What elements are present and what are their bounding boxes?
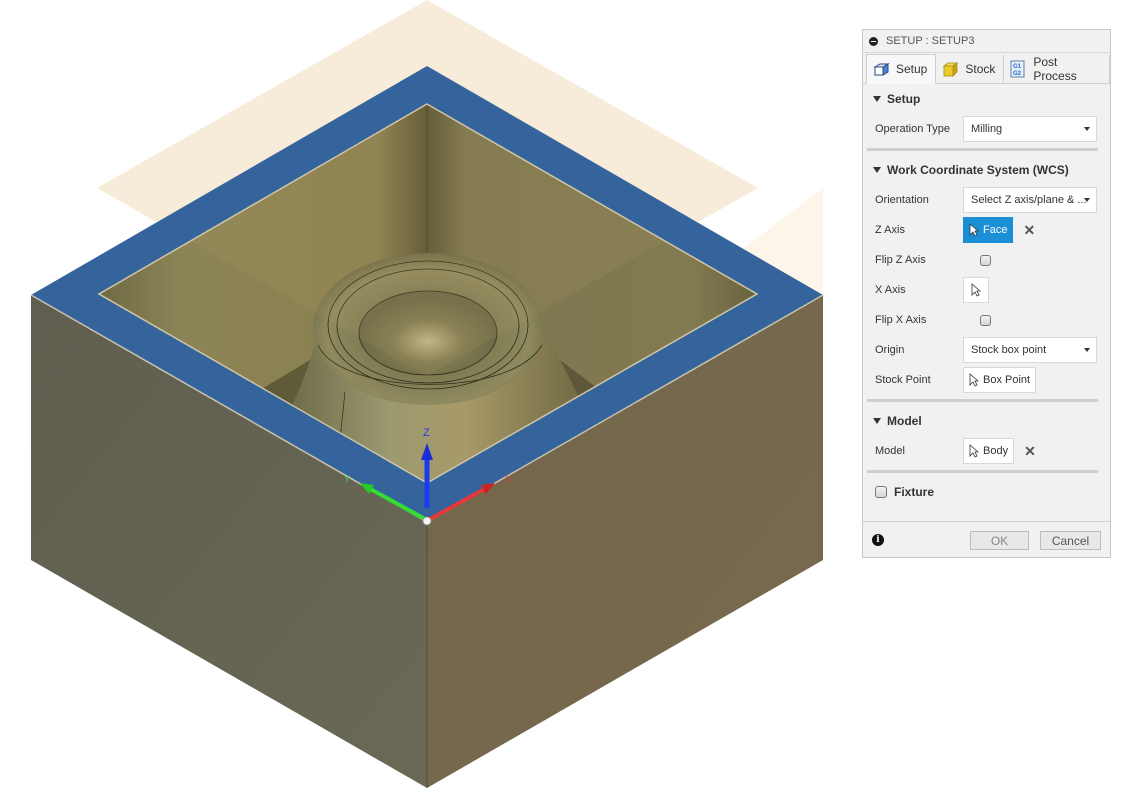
- chevron-down-icon: [1084, 348, 1090, 352]
- stock-point-row: Stock Point Box Point: [863, 365, 1110, 395]
- z-axis-label: Z Axis: [875, 224, 905, 236]
- svg-text:G1: G1: [1013, 64, 1022, 70]
- section-divider: [867, 470, 1098, 473]
- stock-point-value: Box Point: [983, 374, 1031, 386]
- collapse-triangle-icon: [873, 418, 881, 424]
- section-model-header[interactable]: Model: [863, 406, 1110, 436]
- z-axis-selection-button[interactable]: Face: [963, 217, 1014, 243]
- cursor-arrow-icon: [969, 223, 979, 237]
- info-icon[interactable]: i: [872, 533, 884, 546]
- orientation-value: Select Z axis/plane & ...: [971, 194, 1087, 206]
- panel-tabs: Setup Stock G1 G2 Post Process: [863, 53, 1110, 84]
- 3d-viewport[interactable]: Z Y X: [0, 0, 860, 798]
- origin-label: Origin: [875, 344, 905, 356]
- setup-cube-icon: [872, 60, 890, 78]
- g1g2-icon: G1 G2: [1009, 60, 1027, 78]
- x-axis-label: X Axis: [875, 284, 906, 296]
- tab-stock-label: Stock: [965, 62, 996, 76]
- section-model-title: Model: [887, 414, 922, 428]
- operation-type-select[interactable]: Milling: [963, 116, 1097, 142]
- z-axis-row: Z Axis Face ✕: [863, 215, 1110, 245]
- operation-type-row: Operation Type Milling: [863, 114, 1110, 144]
- flip-x-axis-label: Flip X Axis: [875, 314, 927, 326]
- collapse-panel-icon[interactable]: [869, 36, 878, 46]
- origin-row: Origin Stock box point: [863, 335, 1110, 365]
- y-axis-label: Y: [344, 474, 350, 484]
- operation-type-label: Operation Type: [875, 123, 951, 135]
- flip-x-axis-checkbox[interactable]: [980, 314, 991, 326]
- panel-title-bar: SETUP : SETUP3: [863, 30, 1110, 53]
- model-selection-button[interactable]: Body: [963, 438, 1015, 464]
- tab-setup[interactable]: Setup: [866, 54, 937, 84]
- fixture-checkbox[interactable]: [875, 486, 887, 498]
- stock-point-selection-button[interactable]: Box Point: [963, 367, 1037, 393]
- stock-point-label: Stock Point: [875, 374, 931, 386]
- wcs-origin-point[interactable]: [422, 516, 432, 526]
- section-setup-title: Setup: [887, 92, 921, 106]
- section-wcs-title: Work Coordinate System (WCS): [887, 163, 1069, 177]
- tab-post-process-label: Post Process: [1033, 55, 1077, 83]
- origin-select[interactable]: Stock box point: [963, 337, 1097, 363]
- stock-cube-icon: [941, 60, 959, 78]
- collapse-triangle-icon: [873, 96, 881, 102]
- cursor-arrow-icon: [969, 444, 979, 458]
- svg-text:G2: G2: [1013, 71, 1022, 77]
- tab-setup-label: Setup: [896, 62, 928, 76]
- section-setup-header[interactable]: Setup: [863, 84, 1110, 114]
- z-axis-value: Face: [983, 224, 1008, 236]
- tab-post-process[interactable]: G1 G2 Post Process: [1004, 55, 1110, 83]
- flip-z-axis-checkbox[interactable]: [980, 254, 991, 266]
- orientation-select[interactable]: Select Z axis/plane & ...: [963, 187, 1097, 213]
- cancel-button[interactable]: Cancel: [1040, 531, 1101, 550]
- section-wcs-header[interactable]: Work Coordinate System (WCS): [863, 155, 1110, 185]
- operation-type-value: Milling: [971, 123, 1003, 135]
- flip-z-axis-row: Flip Z Axis: [863, 245, 1110, 275]
- collapse-triangle-icon: [873, 167, 881, 173]
- orientation-row: Orientation Select Z axis/plane & ...: [863, 185, 1110, 215]
- clear-z-axis-icon[interactable]: ✕: [1023, 222, 1035, 239]
- fixture-row[interactable]: Fixture: [863, 477, 1110, 507]
- model-canvas[interactable]: Z Y X: [0, 0, 860, 798]
- flip-z-axis-label: Flip Z Axis: [875, 254, 926, 266]
- chevron-down-icon: [1084, 127, 1090, 131]
- model-value: Body: [983, 445, 1009, 457]
- tab-stock[interactable]: Stock: [936, 55, 1005, 83]
- x-axis-label: X: [505, 474, 511, 484]
- x-axis-row: X Axis: [863, 275, 1110, 305]
- ok-button[interactable]: OK: [970, 531, 1029, 550]
- section-divider: [867, 399, 1098, 402]
- section-divider: [867, 148, 1098, 151]
- panel-footer: i OK Cancel: [863, 521, 1110, 557]
- model-row: Model Body ✕: [863, 436, 1110, 466]
- origin-value: Stock box point: [971, 344, 1047, 356]
- panel-title: SETUP : SETUP3: [886, 35, 975, 47]
- cursor-arrow-icon: [971, 283, 981, 297]
- clear-model-icon[interactable]: ✕: [1024, 443, 1036, 460]
- fixture-label: Fixture: [894, 485, 935, 499]
- x-axis-selection-button[interactable]: [963, 277, 989, 303]
- model-label: Model: [875, 445, 905, 457]
- orientation-label: Orientation: [875, 194, 929, 206]
- z-axis-label: Z: [423, 427, 430, 439]
- flip-x-axis-row: Flip X Axis: [863, 305, 1110, 335]
- chevron-down-icon: [1084, 198, 1090, 202]
- setup-panel: SETUP : SETUP3 Setup Stock G1 G2 Post Pr…: [862, 29, 1111, 558]
- cursor-arrow-icon: [969, 373, 979, 387]
